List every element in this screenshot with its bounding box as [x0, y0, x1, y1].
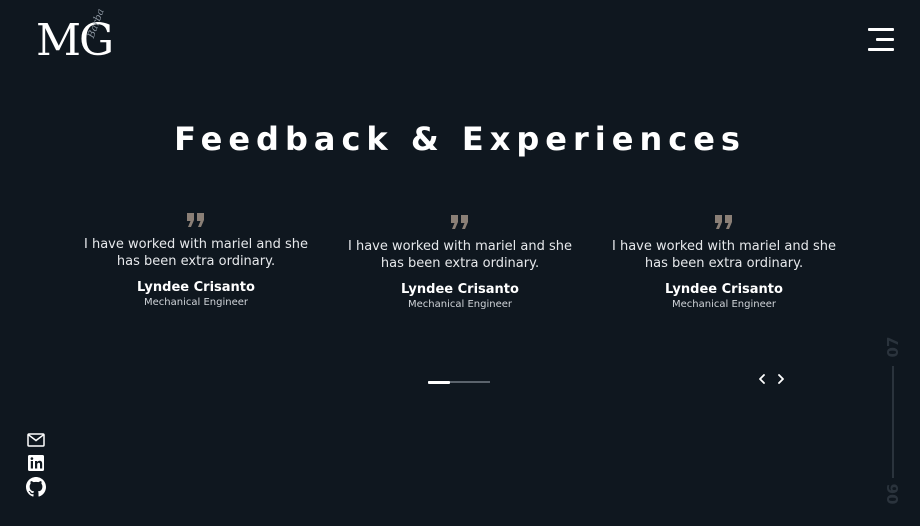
carousel-pagination-active	[428, 380, 450, 384]
linkedin-icon	[28, 455, 44, 471]
testimonial-author: Lyndee Crisanto	[137, 280, 255, 295]
section-number-current: 06	[884, 483, 902, 505]
github-link[interactable]	[26, 477, 46, 497]
linkedin-link[interactable]	[26, 453, 46, 473]
testimonial-card: I have worked with mariel and she has be…	[604, 214, 844, 310]
testimonial-role: Mechanical Engineer	[408, 299, 512, 310]
carousel-next-button[interactable]	[774, 372, 788, 386]
menu-line	[868, 28, 894, 31]
testimonial-author: Lyndee Crisanto	[401, 282, 519, 297]
testimonial-author: Lyndee Crisanto	[665, 282, 783, 297]
quote-icon	[451, 215, 468, 229]
carousel-pagination[interactable]	[428, 380, 490, 384]
menu-line	[868, 48, 894, 51]
testimonial-card: I have worked with mariel and she has be…	[76, 212, 316, 308]
logo-letters: MG	[36, 15, 114, 66]
section-title: Feedback & Experiences	[174, 120, 746, 158]
quote-icon	[187, 213, 204, 227]
quote-icon	[715, 215, 732, 229]
mail-link[interactable]	[26, 430, 46, 450]
testimonial-card: I have worked with mariel and she has be…	[340, 214, 580, 310]
menu-line	[876, 38, 894, 41]
mail-icon	[27, 433, 45, 447]
testimonial-quote: I have worked with mariel and she has be…	[611, 239, 836, 271]
testimonial-quote: I have worked with mariel and she has be…	[83, 237, 308, 269]
testimonial-quote: I have worked with mariel and she has be…	[347, 239, 572, 271]
testimonial-role: Mechanical Engineer	[672, 299, 776, 310]
chevron-right-icon	[778, 374, 784, 384]
logo[interactable]: MG Barba	[36, 7, 128, 66]
github-icon	[26, 477, 46, 497]
section-divider	[892, 366, 894, 478]
testimonial-role: Mechanical Engineer	[144, 297, 248, 308]
section-number-next[interactable]: 07	[882, 331, 904, 363]
carousel-prev-button[interactable]	[755, 372, 769, 386]
hamburger-menu-icon[interactable]	[866, 28, 894, 54]
chevron-left-icon	[759, 374, 765, 384]
